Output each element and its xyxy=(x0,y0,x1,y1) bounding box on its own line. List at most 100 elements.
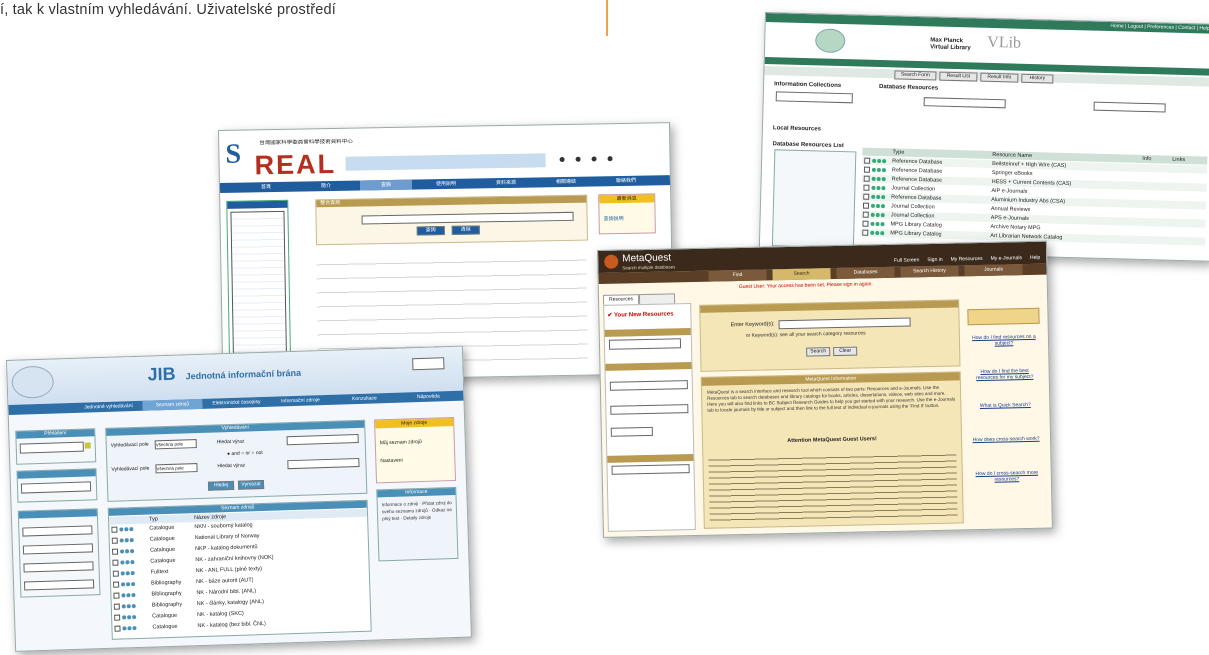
info-icon[interactable] xyxy=(122,625,127,631)
jib-field-select-1[interactable]: Všechna pole xyxy=(154,439,197,450)
link-icon[interactable] xyxy=(124,526,129,531)
jib-left-input-b[interactable] xyxy=(22,543,94,555)
jib-nav-item[interactable]: Konzultace xyxy=(334,393,394,405)
select-checkbox[interactable] xyxy=(863,175,870,182)
jib-login-go-icon[interactable] xyxy=(84,442,91,449)
resource-name[interactable]: NK - katalog (bez bibl. ČNL) xyxy=(197,620,266,630)
metaquest-clear-button[interactable]: Clear xyxy=(833,346,858,357)
info-icon[interactable] xyxy=(119,526,124,532)
vlib-search-input-1[interactable] xyxy=(923,97,1006,109)
jib-left-input-a[interactable] xyxy=(22,525,93,537)
resource-name[interactable]: NKP - katalog dokumentů xyxy=(195,543,258,553)
link-icon[interactable] xyxy=(875,221,880,226)
select-checkbox[interactable] xyxy=(862,229,869,236)
jib-left-input-c[interactable] xyxy=(23,561,94,573)
link-icon[interactable] xyxy=(127,625,132,630)
link-icon[interactable] xyxy=(126,603,131,608)
info-icon[interactable] xyxy=(870,203,876,208)
add-icon[interactable] xyxy=(880,221,885,226)
link-icon[interactable] xyxy=(876,176,881,181)
metaquest-search-button[interactable]: Search xyxy=(806,347,831,357)
jib-my-resources-link-2[interactable]: Nastavení xyxy=(380,458,403,465)
jib-field-select-2[interactable]: Všechna pole xyxy=(155,463,198,474)
metaquest-top-link[interactable]: My Resources xyxy=(951,256,983,263)
metaquest-search-hint[interactable]: or Keyword(s): see all your search categ… xyxy=(746,330,866,340)
vlib-top-links[interactable]: Home | Logout | Preferences | Contact | … xyxy=(1110,23,1209,33)
link-icon[interactable] xyxy=(877,158,882,163)
add-icon[interactable] xyxy=(882,158,887,163)
jib-term-input-1[interactable] xyxy=(286,433,359,446)
add-icon[interactable] xyxy=(130,559,135,564)
metaquest-top-link[interactable]: Help xyxy=(1030,255,1040,261)
add-icon[interactable] xyxy=(129,537,134,542)
info-icon[interactable] xyxy=(871,185,876,190)
select-checkbox[interactable] xyxy=(862,220,869,227)
select-checkbox[interactable] xyxy=(862,202,870,209)
metaquest-left-select-1[interactable] xyxy=(608,338,682,350)
jib-nav-item[interactable]: Nápověda xyxy=(398,391,458,403)
select-checkbox[interactable] xyxy=(114,614,121,621)
resource-name[interactable]: NKN - souborný katalog xyxy=(194,521,253,531)
resource-name[interactable]: NK - Národní bibl. (ANL) xyxy=(196,587,256,597)
resource-name[interactable]: NK - katalog (SKC) xyxy=(197,610,244,619)
metaquest-left-select-2[interactable] xyxy=(610,426,653,437)
info-icon[interactable] xyxy=(870,230,875,235)
metaquest-quick-box[interactable] xyxy=(967,307,1040,326)
metaquest-tab[interactable]: Journals xyxy=(964,264,1023,277)
resource-name[interactable]: Annual Reviews xyxy=(991,205,1031,214)
resource-name[interactable]: AIP e-Journals xyxy=(991,187,1027,196)
link-icon[interactable] xyxy=(125,559,130,564)
real-nav-item[interactable]: 簡介 xyxy=(300,181,352,192)
add-icon[interactable] xyxy=(131,581,136,586)
info-icon[interactable] xyxy=(871,176,876,181)
resource-name[interactable]: Archive Notary MPG xyxy=(990,223,1040,232)
info-icon[interactable] xyxy=(870,221,875,226)
info-icon[interactable] xyxy=(870,212,875,217)
select-checkbox[interactable] xyxy=(111,537,118,544)
metaquest-help-link[interactable]: What is Quick Search? xyxy=(971,402,1039,409)
add-icon[interactable] xyxy=(132,614,137,619)
real-search-button[interactable]: 查詢 xyxy=(416,226,445,236)
add-icon[interactable] xyxy=(130,570,135,575)
jib-login-input[interactable] xyxy=(19,441,84,454)
info-icon[interactable] xyxy=(120,570,125,576)
resource-name[interactable]: Springer eBooks xyxy=(992,169,1033,178)
resource-name[interactable]: APS e-Journals xyxy=(991,214,1029,223)
jib-my-resources-link-1[interactable]: Můj seznam zdrojů xyxy=(380,439,422,446)
select-checkbox[interactable] xyxy=(863,166,870,173)
metaquest-help-link[interactable]: How do I find resources on a subject? xyxy=(970,334,1038,347)
real-clear-button[interactable]: 清除 xyxy=(451,225,480,235)
add-icon[interactable] xyxy=(880,230,885,235)
resource-name[interactable]: NK - zahraniční knihovny (NOK) xyxy=(195,554,273,564)
jib-login-button[interactable] xyxy=(412,357,445,371)
real-nav-item[interactable]: 查詢 xyxy=(359,179,413,191)
metaquest-top-link[interactable]: Full Screen xyxy=(894,257,919,264)
select-checkbox[interactable] xyxy=(114,625,121,632)
vlib-tab-result-info[interactable]: Result Info xyxy=(980,72,1019,83)
jib-boolean-options[interactable]: ● and ○ or ○ not xyxy=(227,450,263,458)
info-icon[interactable] xyxy=(120,559,125,565)
info-icon[interactable] xyxy=(122,614,127,620)
vlib-collection-select[interactable] xyxy=(775,91,853,104)
select-checkbox[interactable] xyxy=(863,193,870,200)
info-icon[interactable] xyxy=(871,194,876,199)
link-icon[interactable] xyxy=(126,592,131,597)
add-icon[interactable] xyxy=(129,526,134,531)
select-checkbox[interactable] xyxy=(113,603,120,610)
add-icon[interactable] xyxy=(881,194,886,199)
real-nav-item[interactable]: 首頁 xyxy=(240,182,292,193)
vlib-search-input-2[interactable] xyxy=(1093,101,1166,113)
add-icon[interactable] xyxy=(880,203,886,208)
link-icon[interactable] xyxy=(876,167,881,172)
metaquest-left-input-3[interactable] xyxy=(611,464,690,475)
jib-left-input-d[interactable] xyxy=(23,579,95,591)
jib-nav-item[interactable]: Elektronické časopisy xyxy=(206,397,266,409)
real-nav-item[interactable]: 相關連結 xyxy=(540,176,592,187)
metaquest-help-link[interactable]: How does cross-search work? xyxy=(972,436,1040,443)
jib-clear-button[interactable]: Vymazat xyxy=(237,479,265,490)
metaquest-help-link[interactable]: How do I cross-search more resources? xyxy=(973,470,1041,483)
info-icon[interactable] xyxy=(121,581,126,587)
metaquest-tab[interactable]: Search xyxy=(772,268,831,281)
jib-nav-item[interactable]: Seznam zdrojů xyxy=(142,398,203,411)
vlib-tab-result-list[interactable]: Result List xyxy=(939,71,978,82)
